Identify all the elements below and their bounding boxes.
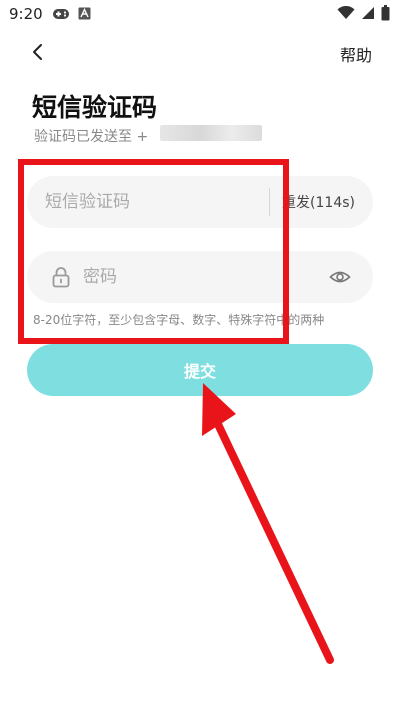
gamepad-icon <box>53 8 69 19</box>
eye-icon[interactable] <box>329 267 351 287</box>
resend-code-button[interactable]: 重发(114s) <box>282 192 355 212</box>
signal-icon <box>362 7 374 19</box>
masked-phone-number <box>160 125 262 141</box>
status-bar: 9:20 <box>0 0 400 28</box>
help-button[interactable]: 帮助 <box>340 42 372 66</box>
wifi-icon <box>337 6 355 19</box>
annotation-highlight-box <box>18 159 289 344</box>
page-title: 短信验证码 <box>32 93 158 122</box>
status-time: 9:20 <box>9 5 43 23</box>
submit-button[interactable]: 提交 <box>27 344 373 396</box>
notification-a-icon <box>78 7 91 20</box>
battery-icon <box>381 5 390 21</box>
page-subtitle: 验证码已发送至 + <box>34 129 149 145</box>
back-arrow-icon[interactable] <box>26 40 50 64</box>
